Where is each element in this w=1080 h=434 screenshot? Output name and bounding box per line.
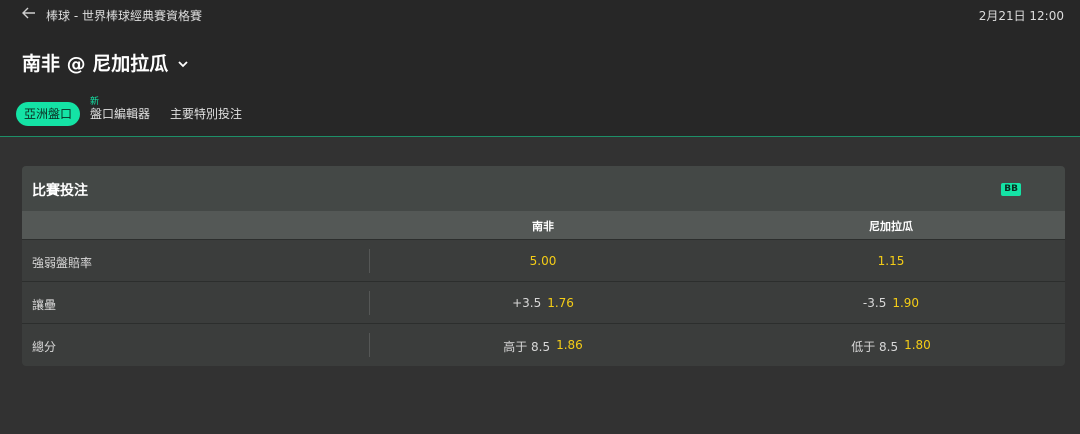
odds-price: 1.76 (547, 296, 574, 310)
panel-title: 比賽投注 (32, 183, 88, 199)
chevron-down-icon (176, 56, 190, 70)
event-header: 棒球 - 世界棒球經典賽資格賽 2月21日 12:00 南非 @ 尼加拉瓜 亞洲… (0, 0, 1080, 137)
divider (369, 249, 370, 273)
total-line: 高于 8.5 (503, 340, 551, 354)
odds-price: 1.86 (556, 338, 583, 352)
event-title: 南非 @ 尼加拉瓜 (22, 53, 169, 75)
table-row: 總分 高于 8.5 1.86 低于 8.5 1.80 (22, 323, 1065, 365)
breadcrumb[interactable]: 棒球 - 世界棒球經典賽資格賽 (46, 7, 202, 24)
row-label: 強弱盤賠率 (32, 256, 93, 270)
back-arrow-icon[interactable] (20, 4, 38, 22)
divider (369, 291, 370, 315)
event-datetime: 2月21日 12:00 (978, 9, 1064, 23)
odds-price: 1.90 (892, 296, 920, 310)
table-row: 讓壘 +3.5 1.76 -3.5 1.90 (22, 281, 1065, 323)
odds-price: 1.15 (877, 254, 905, 268)
odds-button-away[interactable]: 1.15 (878, 254, 905, 268)
odds-price: 1.80 (904, 338, 931, 352)
tab-main-specials[interactable]: 主要特別投注 (170, 106, 242, 122)
table-row: 強弱盤賠率 5.00 1.15 (22, 239, 1065, 281)
column-away-team: 尼加拉瓜 (869, 220, 913, 233)
handicap-line: +3.5 (512, 296, 542, 310)
bet-builder-badge[interactable]: BB (1001, 183, 1021, 196)
tab-asian-handicap[interactable]: 亞洲盤口 (16, 102, 81, 126)
match-betting-panel: 比賽投注 BB 南非 尼加拉瓜 強弱盤賠率 5.00 1.15 讓壘 +3.5 … (22, 166, 1065, 366)
odds-button-home[interactable]: 5.00 (530, 254, 557, 268)
panel-header[interactable]: 比賽投注 BB (22, 166, 1065, 211)
column-home-team: 南非 (532, 220, 554, 233)
tab-bet-builder[interactable]: 盤口編輯器 (90, 106, 150, 122)
total-line: 低于 8.5 (851, 340, 899, 354)
odds-button-away[interactable]: -3.5 1.90 (863, 296, 919, 310)
odds-button-home[interactable]: 高于 8.5 1.86 (503, 338, 583, 355)
odds-button-home[interactable]: +3.5 1.76 (512, 296, 574, 310)
event-selector[interactable]: 南非 @ 尼加拉瓜 (22, 49, 190, 76)
odds-button-away[interactable]: 低于 8.5 1.80 (851, 338, 931, 355)
column-header: 南非 尼加拉瓜 (22, 211, 1065, 239)
row-label: 總分 (32, 340, 57, 354)
divider (369, 333, 370, 357)
odds-price: 5.00 (529, 254, 557, 268)
handicap-line: -3.5 (862, 296, 887, 310)
row-label: 讓壘 (32, 298, 57, 312)
